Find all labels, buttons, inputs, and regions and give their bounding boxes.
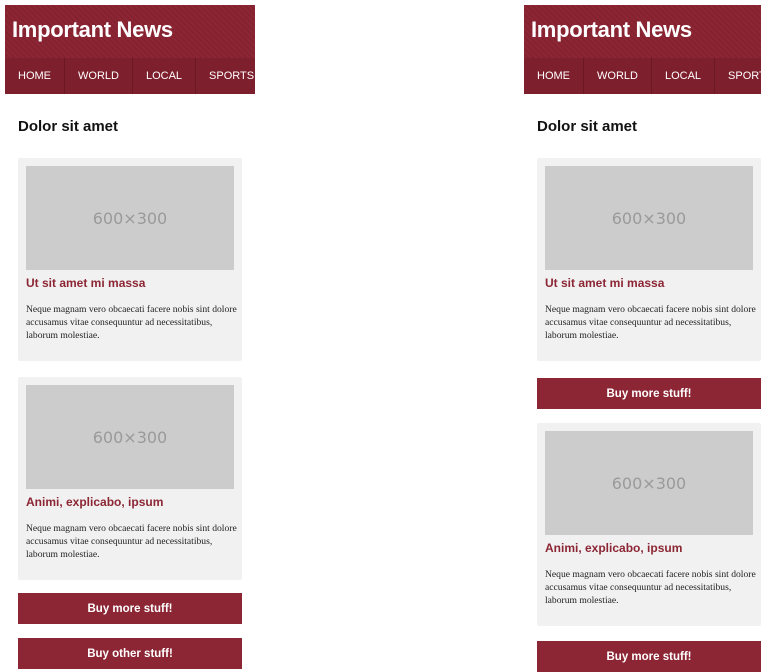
site-header: Important News (5, 5, 255, 58)
section-title: Dolor sit amet (537, 118, 638, 135)
article-body: Neque magnam vero obcaecati facere nobis… (26, 523, 237, 560)
buy-more-button[interactable]: Buy more stuff! (537, 641, 761, 672)
nav-local[interactable]: LOCAL (133, 58, 197, 94)
nav-local[interactable]: LOCAL (652, 58, 716, 94)
site-title[interactable]: Important News (531, 17, 692, 43)
site-header: Important News (524, 5, 761, 58)
site-title[interactable]: Important News (12, 17, 173, 43)
section-title: Dolor sit amet (18, 118, 119, 135)
article-headline[interactable]: Animi, explicabo, ipsum (545, 541, 682, 555)
article-card[interactable]: 600×300 Ut sit amet mi massa Neque magna… (18, 158, 242, 361)
main-nav: HOME WORLD LOCAL SPORTS (5, 58, 255, 94)
image-placeholder: 600×300 (26, 166, 234, 270)
nav-home[interactable]: HOME (5, 58, 65, 94)
article-body: Neque magnam vero obcaecati facere nobis… (545, 569, 756, 606)
article-headline[interactable]: Ut sit amet mi massa (545, 276, 664, 290)
nav-world[interactable]: WORLD (584, 58, 652, 94)
nav-home[interactable]: HOME (524, 58, 584, 94)
image-placeholder: 600×300 (545, 431, 753, 535)
buy-other-button[interactable]: Buy other stuff! (18, 638, 242, 669)
article-headline[interactable]: Ut sit amet mi massa (26, 276, 145, 290)
mockup-left: Important News HOME WORLD LOCAL SPORTS D… (5, 5, 255, 669)
nav-sports[interactable]: SPORTS (715, 58, 761, 94)
buy-more-button[interactable]: Buy more stuff! (18, 593, 242, 624)
article-headline[interactable]: Animi, explicabo, ipsum (26, 495, 163, 509)
article-card[interactable]: 600×300 Animi, explicabo, ipsum Neque ma… (537, 423, 761, 626)
main-nav: HOME WORLD LOCAL SPORTS (524, 58, 761, 94)
article-body: Neque magnam vero obcaecati facere nobis… (26, 304, 237, 341)
article-card[interactable]: 600×300 Animi, explicabo, ipsum Neque ma… (18, 377, 242, 580)
buy-more-button[interactable]: Buy more stuff! (537, 378, 761, 409)
image-placeholder: 600×300 (26, 385, 234, 489)
article-body: Neque magnam vero obcaecati facere nobis… (545, 304, 756, 341)
image-placeholder: 600×300 (545, 166, 753, 270)
nav-sports[interactable]: SPORTS (196, 58, 255, 94)
nav-world[interactable]: WORLD (65, 58, 133, 94)
article-card[interactable]: 600×300 Ut sit amet mi massa Neque magna… (537, 158, 761, 361)
mockup-right: Important News HOME WORLD LOCAL SPORTS D… (524, 5, 761, 672)
